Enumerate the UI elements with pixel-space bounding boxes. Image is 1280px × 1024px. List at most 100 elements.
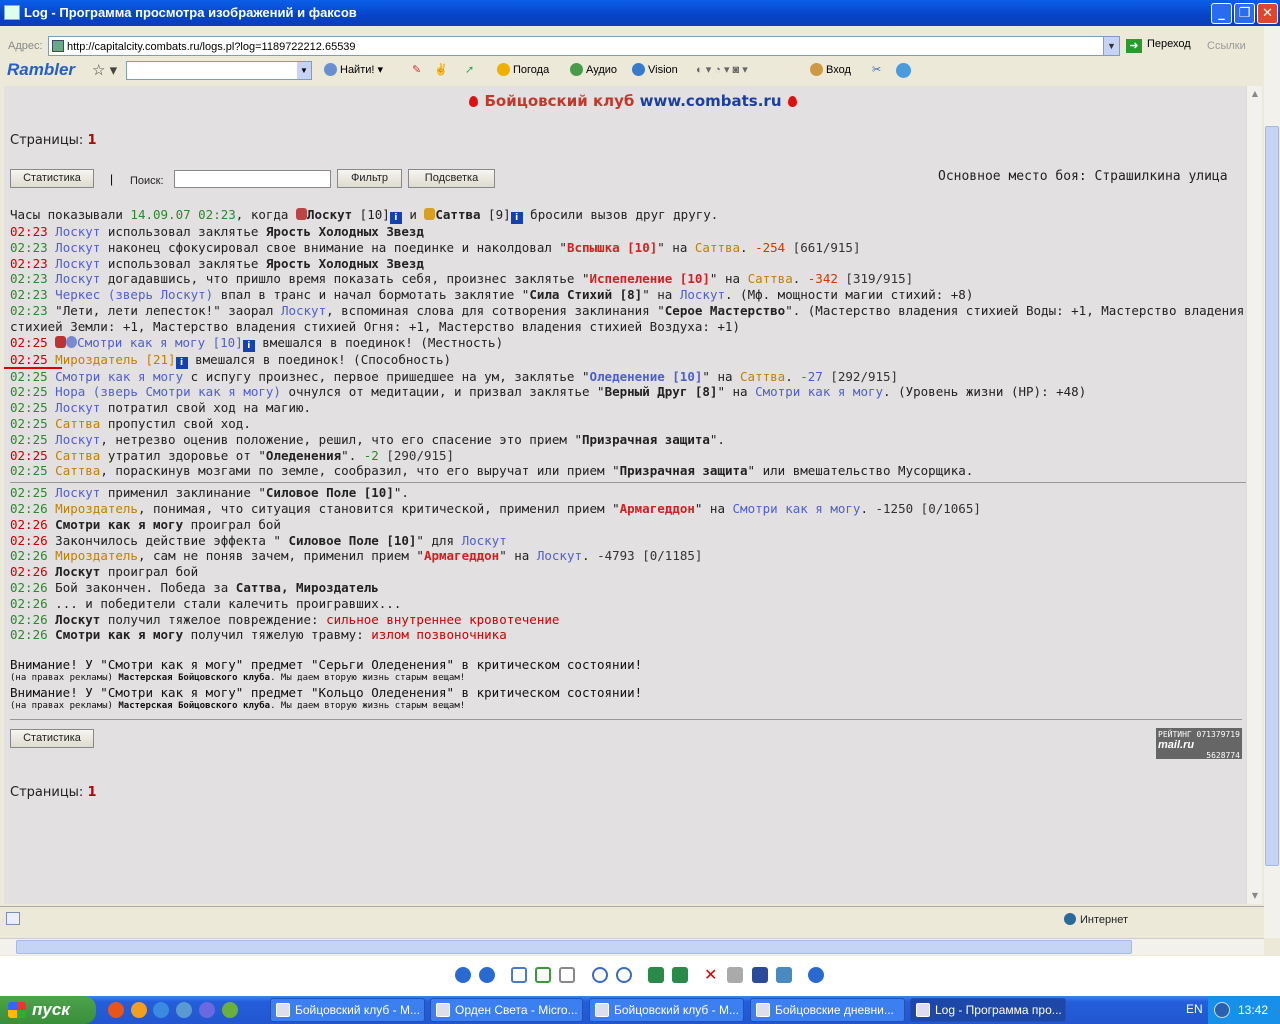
page-scrollbar[interactable]: ▲ ▼	[1246, 86, 1262, 904]
rambler-logo[interactable]: Rambler	[7, 60, 75, 80]
quicklaunch-icon[interactable]	[199, 1002, 215, 1018]
player-name[interactable]: Саттва	[740, 369, 785, 384]
player-name[interactable]: Смотри как я могу	[733, 501, 861, 516]
player-name[interactable]: Лоскут	[307, 207, 352, 222]
star-icon[interactable]: ☆ ▾	[92, 61, 117, 79]
next-image-icon[interactable]	[479, 967, 495, 983]
player-name[interactable]: Черкес (зверь Лоскут)	[55, 287, 213, 302]
chevron-down-icon[interactable]: ▼	[1103, 37, 1119, 55]
player-name[interactable]: Лоскут	[55, 400, 100, 415]
viewer-scrollbar[interactable]	[1264, 26, 1280, 938]
slideshow-icon[interactable]	[559, 967, 575, 983]
player-name[interactable]: Лоскут	[680, 287, 725, 302]
player-name[interactable]: Саттва	[695, 240, 740, 255]
language-indicator[interactable]: EN	[1186, 1002, 1203, 1016]
login-button[interactable]: Вход	[810, 63, 851, 76]
page-link[interactable]: 1	[87, 133, 96, 148]
player-name[interactable]: Саттва	[55, 448, 100, 463]
player-name[interactable]: Лоскут	[462, 533, 507, 548]
player-name[interactable]: Нора (зверь Смотри как я могу)	[55, 384, 281, 399]
player-name[interactable]: Мироздатель	[55, 501, 138, 516]
player-name[interactable]: Лоскут	[55, 485, 100, 500]
rotate-clockwise-icon[interactable]	[648, 967, 664, 983]
chevron-down-icon[interactable]: ▼	[297, 62, 311, 79]
settings-icon[interactable]: ✂	[872, 63, 881, 76]
horizontal-scrollbar[interactable]	[0, 938, 1264, 955]
pencil-icon[interactable]: ✎	[412, 63, 421, 76]
minimize-button[interactable]: _	[1211, 3, 1232, 24]
player-name[interactable]: Лоскут	[281, 303, 326, 318]
address-input[interactable]: http://capitalcity.combats.ru/logs.pl?lo…	[48, 36, 1120, 56]
player-name[interactable]: Смотри как я могу [10]	[77, 335, 243, 350]
info-icon[interactable]: i	[510, 212, 523, 224]
save-icon[interactable]	[752, 967, 768, 983]
icq-icon[interactable]	[222, 1002, 238, 1018]
weather-button[interactable]: Погода	[497, 63, 549, 76]
zoom-in-icon[interactable]	[592, 967, 608, 983]
player-name[interactable]: Смотри как я могу	[55, 369, 183, 384]
maximize-button[interactable]: ❐	[1234, 3, 1255, 24]
player-name[interactable]: Смотри как я могу	[755, 384, 883, 399]
actual-size-icon[interactable]	[535, 967, 551, 983]
scroll-down-icon[interactable]: ▼	[1247, 888, 1263, 904]
player-name[interactable]: Лоскут	[55, 240, 100, 255]
scroll-up-icon[interactable]: ▲	[1247, 86, 1263, 102]
highlight-button[interactable]: Подсветка	[408, 169, 495, 188]
scroll-thumb[interactable]	[16, 940, 1132, 954]
find-button[interactable]: Найти! ▾	[324, 63, 383, 76]
player-name[interactable]: Мироздатель [21]	[55, 352, 175, 367]
player-name[interactable]: Лоскут	[55, 224, 100, 239]
edit-icon[interactable]	[776, 967, 792, 983]
tool-icons[interactable]: ◐ ▾ ◔ ▾ ◙ ▾	[696, 63, 748, 76]
arrow-icon[interactable]: ➚	[465, 63, 474, 76]
search-input[interactable]	[174, 170, 331, 188]
player-name[interactable]: Лоскут	[537, 548, 582, 563]
statistics-button[interactable]: Статистика	[10, 169, 94, 188]
quicklaunch-icon[interactable]	[131, 1002, 147, 1018]
player-name[interactable]: Саттва	[435, 207, 480, 222]
firefox-icon[interactable]	[108, 1002, 124, 1018]
zoom-out-icon[interactable]	[616, 967, 632, 983]
player-name[interactable]: Саттва	[55, 416, 100, 431]
workshop-link[interactable]: Мастерская Бойцовского клуба	[118, 701, 270, 711]
task-button[interactable]: Бойцовский клуб - M...	[589, 998, 744, 1022]
task-button[interactable]: Бойцовские дневни...	[750, 998, 905, 1022]
info-icon[interactable]: i	[175, 356, 188, 369]
help-icon[interactable]	[896, 63, 914, 78]
task-button[interactable]: Орден Света - Micro...	[430, 998, 583, 1022]
go-button[interactable]: ➜ Переход	[1126, 38, 1191, 53]
player-name[interactable]: Саттва	[748, 271, 793, 286]
player-name[interactable]: Лоскут	[55, 271, 100, 286]
audio-button[interactable]: Аудио	[570, 63, 617, 76]
ie-icon[interactable]	[153, 1002, 169, 1018]
player-name[interactable]: Лоскут	[55, 432, 100, 447]
help-icon[interactable]	[808, 967, 824, 983]
previous-image-icon[interactable]	[455, 967, 471, 983]
filter-button[interactable]: Фильтр	[337, 169, 402, 188]
player-name[interactable]: Мироздатель	[55, 548, 138, 563]
close-button[interactable]: ✕	[1257, 3, 1278, 24]
site-link[interactable]: www.combats.ru	[640, 92, 782, 110]
player-name[interactable]: Саттва	[55, 463, 100, 478]
info-icon[interactable]: i	[242, 339, 255, 352]
quicklaunch-icon[interactable]	[176, 1002, 192, 1018]
mailru-counter[interactable]: РЕЙТИНГ 071379719 mail.ru 5628774	[1156, 728, 1242, 760]
delete-icon[interactable]: ✕	[704, 967, 720, 983]
player-name[interactable]: Лоскут	[55, 256, 100, 271]
task-button-active[interactable]: Log - Программа про...	[910, 998, 1066, 1022]
info-icon[interactable]: i	[389, 212, 402, 224]
scroll-thumb[interactable]	[1265, 126, 1279, 866]
best-fit-icon[interactable]	[511, 967, 527, 983]
print-icon[interactable]	[727, 967, 743, 983]
rotate-counterclockwise-icon[interactable]	[672, 967, 688, 983]
task-button[interactable]: Бойцовский клуб - M...	[270, 998, 425, 1022]
vision-button[interactable]: Vision	[632, 63, 678, 76]
page-link[interactable]: 1	[87, 785, 96, 800]
rambler-search-input[interactable]: ▼	[126, 61, 312, 80]
hands-icon[interactable]: ✌	[434, 63, 448, 76]
statistics-button-bottom[interactable]: Статистика	[10, 729, 94, 748]
tray-icon[interactable]	[1214, 1002, 1230, 1018]
start-button[interactable]: пуск	[0, 996, 96, 1024]
links-button[interactable]: Ссылки	[1207, 40, 1246, 52]
workshop-link[interactable]: Мастерская Бойцовского клуба	[118, 673, 270, 683]
